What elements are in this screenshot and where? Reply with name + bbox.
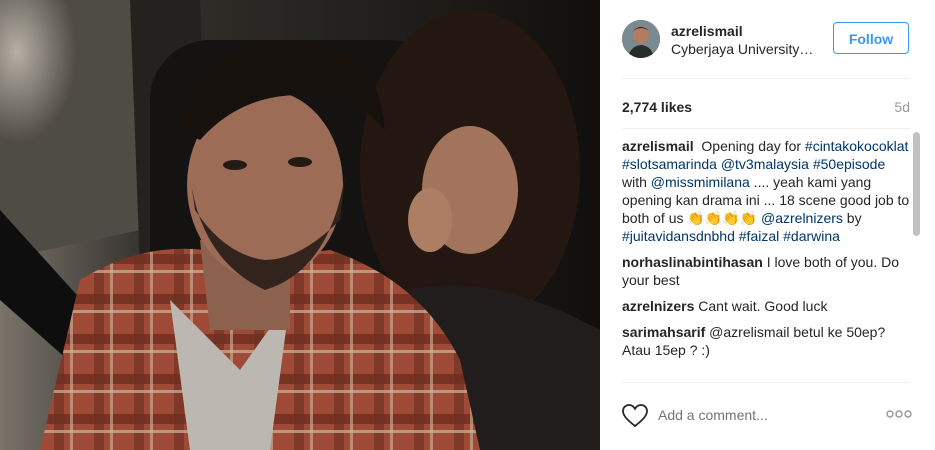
divider [622, 128, 910, 129]
post-age[interactable]: 5d [894, 99, 910, 115]
follow-button[interactable]: Follow [833, 22, 909, 54]
comment-username[interactable]: norhaslinabintihasan [622, 254, 763, 270]
caption: azrelismail Opening day for #cintakokoco… [622, 137, 910, 245]
comment-item: norhaslinabintihasan I love both of you.… [622, 253, 910, 289]
like-count[interactable]: 2,774 likes [622, 99, 692, 115]
comment-scrollbar[interactable] [913, 132, 920, 236]
avatar[interactable] [622, 20, 660, 58]
mention-link[interactable]: @tv3malaysia [721, 156, 809, 172]
comment-list[interactable]: azrelismail Opening day for #cintakokoco… [622, 137, 910, 382]
hashtag-link[interactable]: #cintakokocoklat [805, 138, 909, 154]
add-comment-input[interactable] [658, 407, 858, 423]
hashtag-link[interactable]: #faizal [739, 228, 779, 244]
caption-username[interactable]: azrelismail [622, 138, 694, 154]
post-username[interactable]: azrelismail [671, 23, 743, 39]
comment-username[interactable]: azrelnizers [622, 298, 694, 314]
heart-outline-icon[interactable] [622, 404, 648, 428]
hashtag-link[interactable]: #juitavidansdnbhd [622, 228, 735, 244]
divider [622, 78, 910, 79]
comment-item: azrelnizers Cant wait. Good luck [622, 297, 910, 315]
caption-text-seg: by [842, 210, 866, 226]
hashtag-link[interactable]: #darwina [783, 228, 840, 244]
post-location[interactable]: Cyberjaya University… [671, 41, 821, 57]
hashtag-link[interactable]: #50episode [813, 156, 885, 172]
caption-text-seg: Opening day for [701, 138, 805, 154]
post-sidebar: azrelismail Cyberjaya University… Follow… [600, 0, 935, 450]
avatar-image [622, 20, 660, 58]
mention-link[interactable]: @azrelnizers [761, 210, 843, 226]
divider [622, 382, 910, 383]
comment-item: sarimahsarif @azrelismail betul ke 50ep?… [622, 323, 910, 359]
hashtag-link[interactable]: #slotsamarinda [622, 156, 717, 172]
selfie-image [0, 0, 600, 450]
caption-text-seg [908, 138, 910, 154]
post-photo[interactable] [0, 0, 600, 450]
more-options-icon[interactable] [886, 408, 912, 420]
mention-link[interactable]: @missmimilana [651, 174, 750, 190]
comment-text: Cant wait. Good luck [698, 298, 828, 314]
comment-username[interactable]: sarimahsarif [622, 324, 705, 340]
